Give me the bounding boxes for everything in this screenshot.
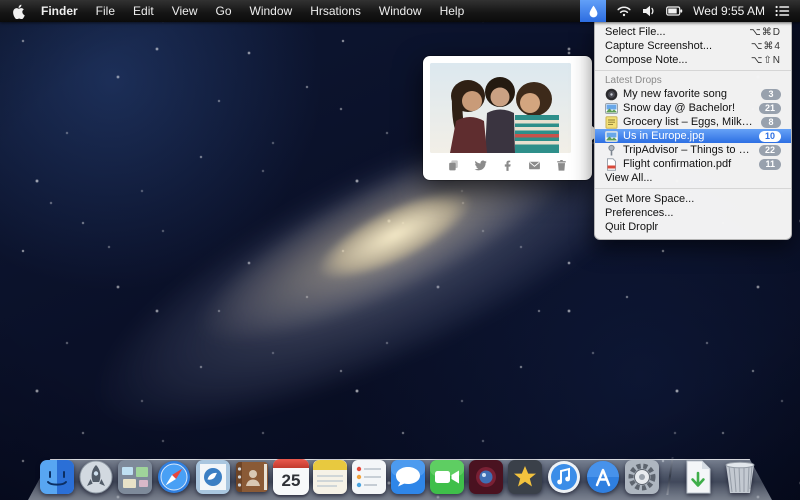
menu-edit[interactable]: Edit: [124, 0, 163, 22]
twitter-icon[interactable]: [474, 158, 488, 172]
calendar-header: [273, 459, 309, 468]
drop-item-favorite-song[interactable]: My new favorite song 3: [595, 87, 791, 101]
shortcut-compose-note: ⌥⇧N: [751, 55, 781, 66]
drop-item-tripadvisor[interactable]: TripAdvisor – Things to d... 22: [595, 143, 791, 157]
pdf-icon: [605, 158, 618, 171]
drop-photo-preview[interactable]: [430, 63, 571, 153]
menu-window-1[interactable]: Window: [241, 0, 302, 22]
apple-menu-icon[interactable]: [0, 4, 32, 19]
menu-item-quit-droplr[interactable]: Quit Droplr: [595, 220, 791, 234]
image-icon: [605, 130, 618, 143]
dock-app-store[interactable]: [585, 459, 621, 495]
dock-finder[interactable]: [39, 459, 75, 495]
link-icon: [605, 144, 618, 157]
facebook-icon[interactable]: [501, 158, 515, 172]
dock-imovie[interactable]: [507, 459, 543, 495]
wifi-icon[interactable]: [616, 0, 632, 22]
drop-count-badge: 8: [761, 117, 781, 128]
drop-count-badge: 21: [759, 103, 781, 114]
note-icon: [605, 116, 618, 129]
dock-reminders[interactable]: [351, 459, 387, 495]
dock: 25: [0, 444, 800, 500]
menu-item-compose-note[interactable]: Compose Note... ⌥⇧N: [595, 53, 791, 67]
dock-launchpad[interactable]: [78, 459, 114, 495]
menu-bar: Finder File Edit View Go Window Hrsation…: [0, 0, 800, 22]
dock-messages[interactable]: [390, 459, 426, 495]
dock-downloads[interactable]: [680, 459, 716, 495]
drop-count-badge: 11: [759, 159, 781, 170]
dock-contacts[interactable]: [234, 459, 270, 495]
notification-center-icon[interactable]: [775, 0, 790, 22]
battery-icon[interactable]: [666, 0, 683, 22]
menu-bar-left: Finder File Edit View Go Window Hrsation…: [0, 0, 473, 22]
desktop: Finder File Edit View Go Window Hrsation…: [0, 0, 800, 500]
delete-icon[interactable]: [555, 158, 569, 172]
dock-photo-booth[interactable]: [468, 459, 504, 495]
dock-facetime[interactable]: [429, 459, 465, 495]
menu-view[interactable]: View: [163, 0, 207, 22]
drop-count-badge: 3: [761, 89, 781, 100]
dock-itunes[interactable]: [546, 459, 582, 495]
dock-trash[interactable]: [719, 457, 761, 495]
dock-divider: [666, 457, 673, 495]
drop-count-badge: 10: [759, 131, 781, 142]
dock-mission-control[interactable]: [117, 459, 153, 495]
menu-file[interactable]: File: [87, 0, 124, 22]
dock-notes[interactable]: [312, 459, 348, 495]
menu-item-view-all[interactable]: View All...: [595, 171, 791, 185]
menu-finder[interactable]: Finder: [32, 0, 87, 22]
menu-separator: [595, 70, 791, 71]
shortcut-select-file: ⌥⌘D: [749, 27, 781, 38]
menu-hrsations[interactable]: Hrsations: [301, 0, 370, 22]
copy-icon[interactable]: [447, 158, 461, 172]
drop-item-flight-confirmation[interactable]: Flight confirmation.pdf 11: [595, 157, 791, 171]
drop-item-snow-day[interactable]: Snow day @ Bachelor! 21: [595, 101, 791, 115]
menu-help[interactable]: Help: [431, 0, 474, 22]
droplr-menu: Select File... ⌥⌘D Capture Screenshot...…: [594, 22, 792, 240]
drop-item-grocery-list[interactable]: Grocery list – Eggs, Milk, B... 8: [595, 115, 791, 129]
menu-bar-clock[interactable]: Wed 9:55 AM: [693, 4, 765, 18]
drop-item-us-in-europe[interactable]: Us in Europe.jpg 10: [595, 129, 791, 143]
shortcut-capture-screenshot: ⌥⌘4: [751, 41, 781, 52]
calendar-day: 25: [273, 468, 309, 493]
email-icon[interactable]: [528, 158, 542, 172]
drop-preview-popover: [423, 56, 592, 180]
menu-item-capture-screenshot[interactable]: Capture Screenshot... ⌥⌘4: [595, 39, 791, 53]
dock-items: 25: [0, 457, 800, 495]
share-toolbar: [430, 153, 585, 177]
drop-count-badge: 22: [759, 145, 781, 156]
volume-icon[interactable]: [642, 0, 656, 22]
image-icon: [605, 102, 618, 115]
droplr-icon[interactable]: [580, 0, 606, 22]
audio-icon: [605, 88, 618, 101]
menu-item-select-file[interactable]: Select File... ⌥⌘D: [595, 25, 791, 39]
dock-mail[interactable]: [195, 459, 231, 495]
menu-item-preferences[interactable]: Preferences...: [595, 206, 791, 220]
menu-bar-right: Wed 9:55 AM: [580, 0, 800, 22]
menu-separator: [595, 188, 791, 189]
menu-item-get-more-space[interactable]: Get More Space...: [595, 192, 791, 206]
dock-calendar[interactable]: 25: [273, 459, 309, 495]
dock-system-preferences[interactable]: [624, 459, 660, 495]
menu-go[interactable]: Go: [207, 0, 241, 22]
dock-safari[interactable]: [156, 459, 192, 495]
menu-window-2[interactable]: Window: [370, 0, 431, 22]
latest-drops-header: Latest Drops: [595, 74, 791, 87]
